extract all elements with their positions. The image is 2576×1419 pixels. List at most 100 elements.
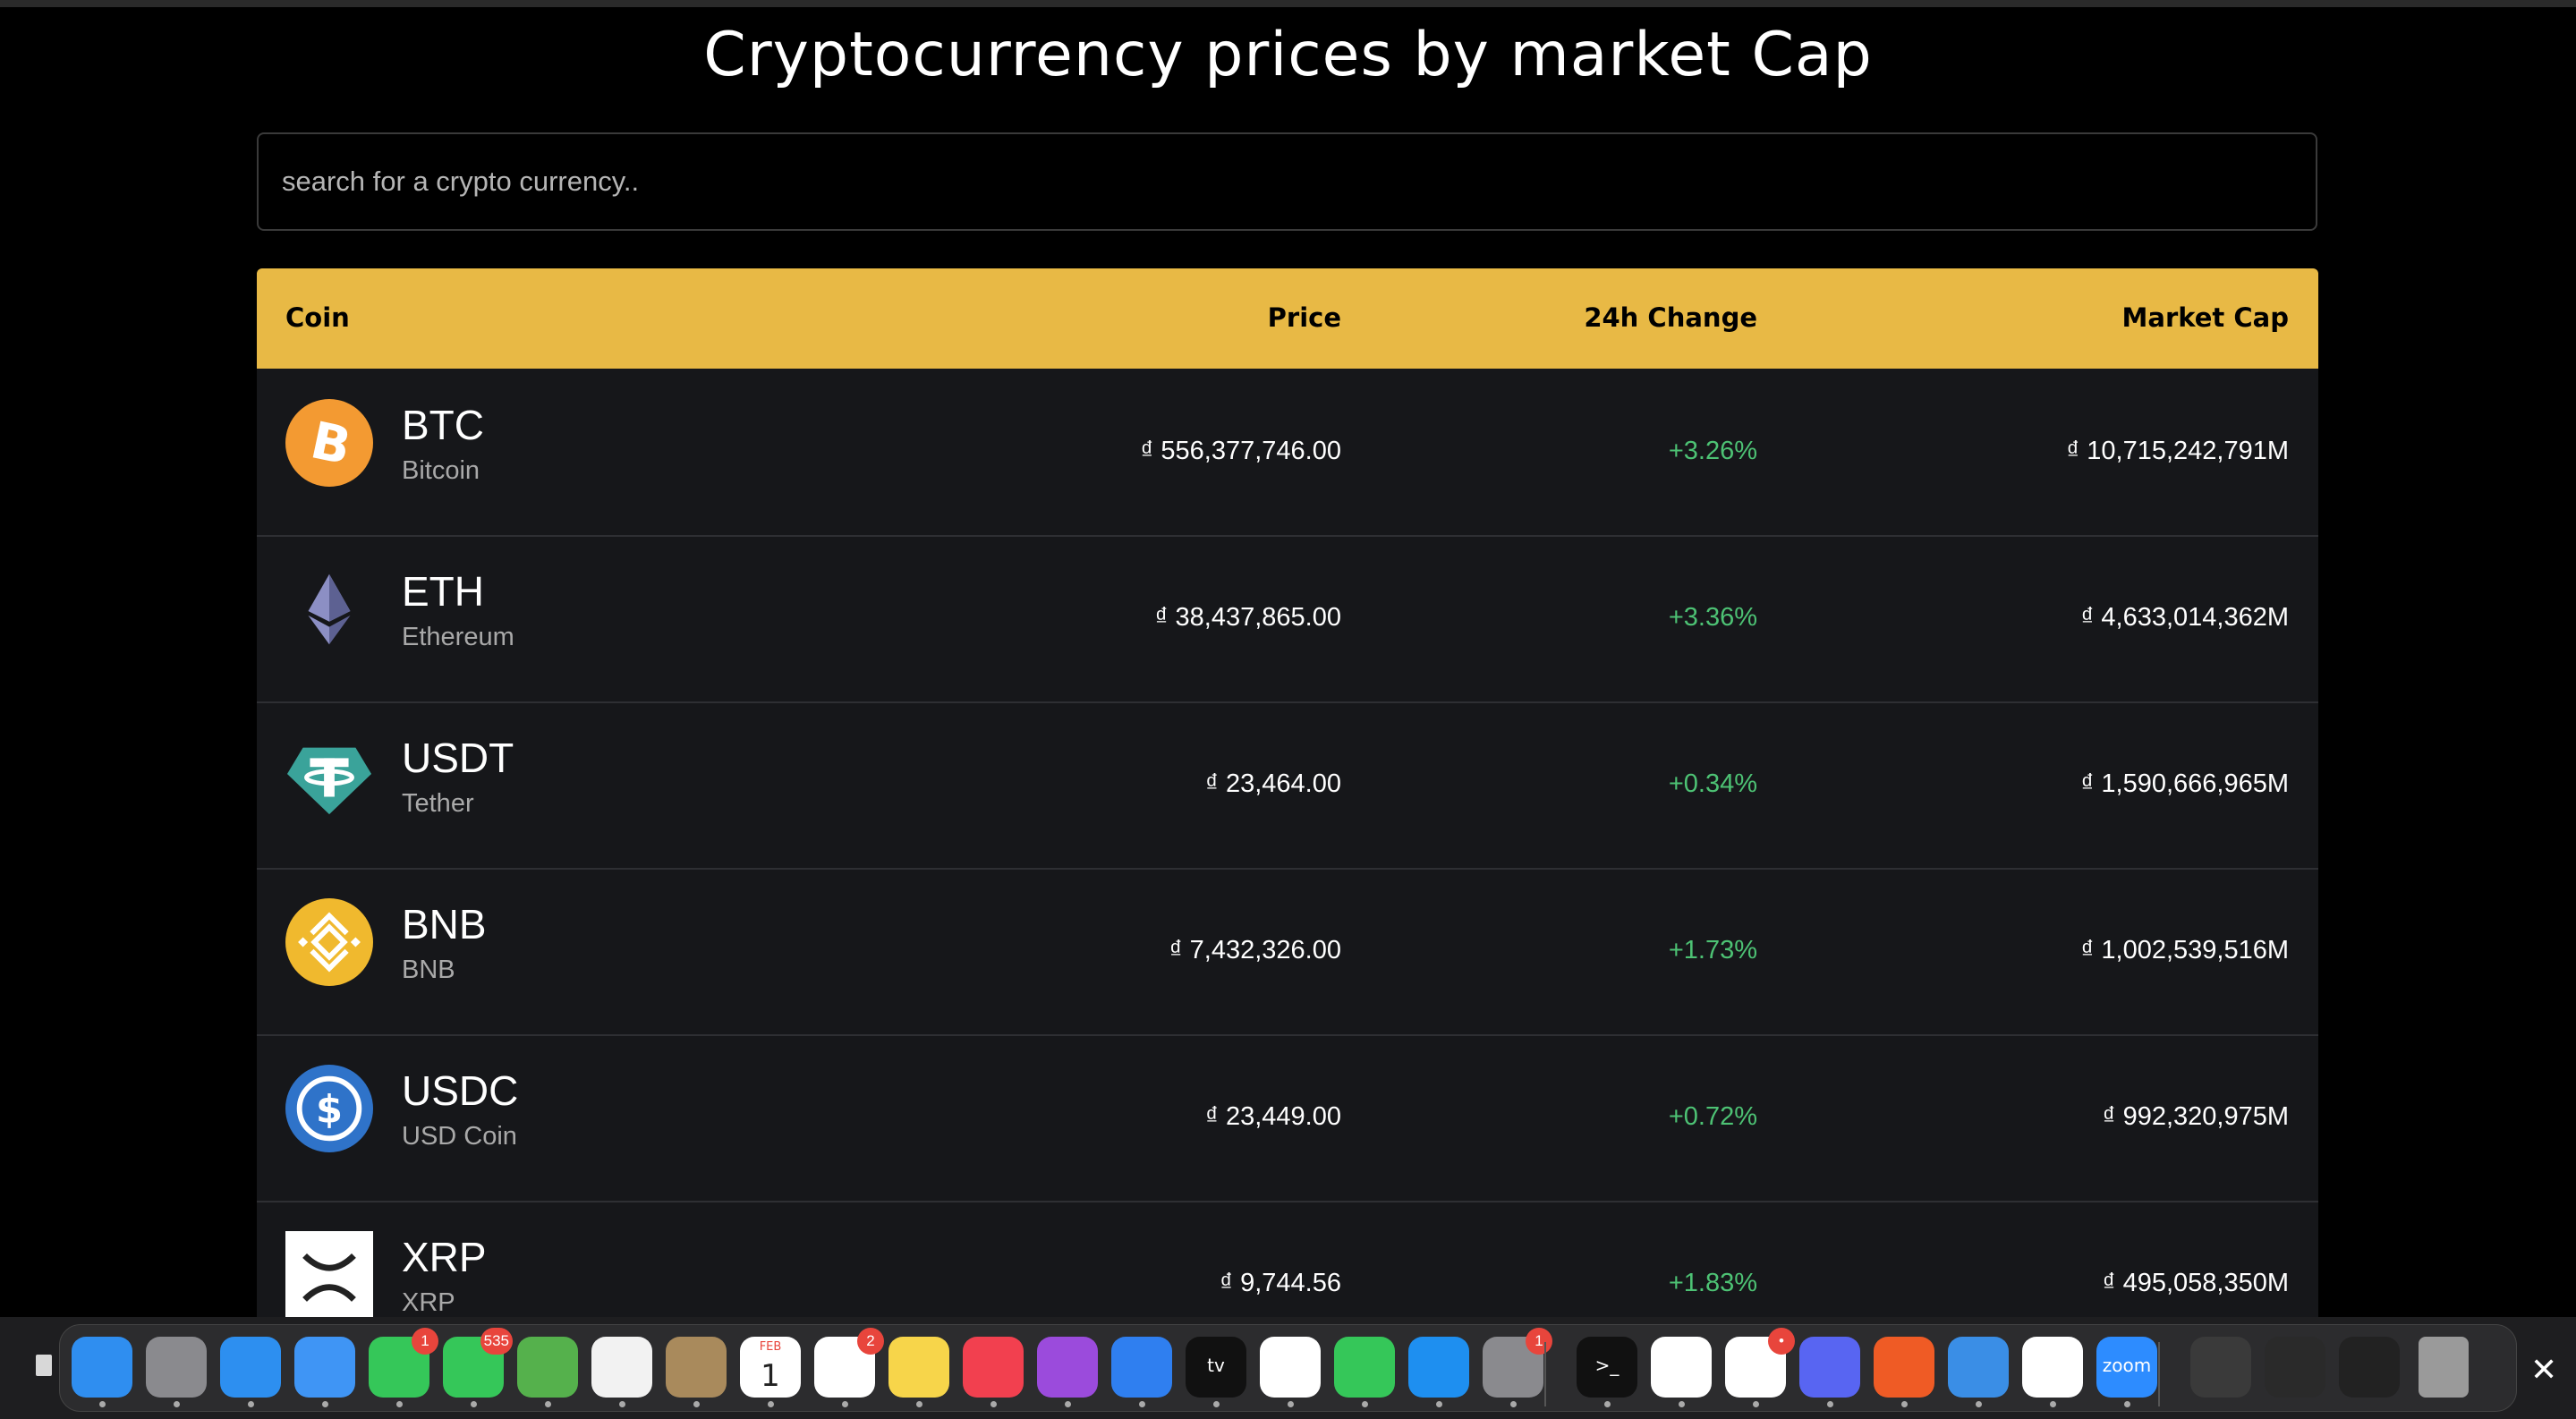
contacts-icon[interactable] bbox=[666, 1337, 727, 1398]
svg-text:$: $ bbox=[316, 1088, 343, 1133]
notification-badge: • bbox=[1768, 1328, 1795, 1355]
table-row[interactable]: XRP XRP ₫ 9,744.56 +1.83% ₫ 495,058,350M bbox=[257, 1201, 2318, 1317]
coin-price: ₫ 23,449.00 bbox=[1205, 1102, 1341, 1131]
music-icon[interactable] bbox=[963, 1337, 1024, 1398]
running-indicator bbox=[248, 1401, 254, 1407]
running-indicator bbox=[1604, 1401, 1611, 1407]
coin-market-cap: ₫ 4,633,014,362M bbox=[2080, 603, 2289, 632]
app-store-icon[interactable] bbox=[1408, 1337, 1469, 1398]
coin-table: Coin Price 24h Change Market Cap B BTC B… bbox=[257, 268, 2318, 1317]
coin-symbol: XRP bbox=[402, 1234, 487, 1280]
table-row[interactable]: ETH Ethereum ₫ 38,437,865.00 +3.36% ₫ 4,… bbox=[257, 535, 2318, 702]
coin-market-cap: ₫ 10,715,242,791M bbox=[2066, 437, 2289, 465]
tableplus-icon[interactable] bbox=[1948, 1337, 2009, 1398]
coin-market-cap: ₫ 992,320,975M bbox=[2102, 1102, 2289, 1131]
window-top-edge bbox=[0, 0, 2576, 7]
facetime-icon[interactable]: 1 bbox=[369, 1328, 438, 1398]
header-price: Price bbox=[1267, 302, 1341, 333]
messages-icon[interactable]: 535 bbox=[443, 1328, 513, 1398]
recent-window-3-icon[interactable] bbox=[2339, 1337, 2400, 1398]
running-indicator bbox=[1976, 1401, 1982, 1407]
coin-24h-change: +0.34% bbox=[1668, 769, 1757, 798]
postman-icon[interactable] bbox=[1874, 1337, 1934, 1398]
coin-symbol: BTC bbox=[402, 402, 484, 448]
photos-icon[interactable] bbox=[591, 1337, 652, 1398]
running-indicator bbox=[396, 1401, 403, 1407]
running-indicator bbox=[2124, 1401, 2130, 1407]
coin-name: Ethereum bbox=[402, 623, 514, 651]
running-indicator bbox=[1827, 1401, 1833, 1407]
document-icon[interactable] bbox=[36, 1355, 52, 1376]
coin-name: USD Coin bbox=[402, 1122, 517, 1151]
running-indicator bbox=[693, 1401, 700, 1407]
calendar-icon[interactable]: FEB 1 bbox=[740, 1337, 801, 1398]
launchpad-icon[interactable] bbox=[146, 1337, 207, 1398]
slack-icon[interactable]: • bbox=[1725, 1328, 1795, 1398]
coin-name: BNB bbox=[402, 956, 455, 984]
coin-24h-change: +3.26% bbox=[1668, 437, 1757, 465]
table-row[interactable]: B BTC Bitcoin ₫ 556,377,746.00 +3.26% ₫ … bbox=[257, 369, 2318, 536]
running-indicator bbox=[1679, 1401, 1685, 1407]
terminal-icon[interactable]: >_ bbox=[1577, 1337, 1637, 1398]
safari-icon[interactable] bbox=[220, 1337, 281, 1398]
zoom-icon[interactable]: zoom bbox=[2096, 1337, 2157, 1398]
close-icon[interactable]: ✕ bbox=[2530, 1351, 2557, 1389]
running-indicator bbox=[99, 1401, 106, 1407]
numbers-icon[interactable] bbox=[1334, 1337, 1395, 1398]
running-indicator bbox=[1436, 1401, 1442, 1407]
running-indicator bbox=[545, 1401, 551, 1407]
notification-badge: 535 bbox=[480, 1328, 513, 1355]
trash-icon[interactable] bbox=[2419, 1337, 2469, 1398]
search-input[interactable] bbox=[257, 132, 2317, 231]
page-title: Cryptocurrency prices by market Cap bbox=[703, 20, 1873, 90]
macos-dock: 1 535 FEB 1 2 tv 1 >_ • zoom bbox=[0, 1317, 2576, 1419]
coin-price: ₫ 38,437,865.00 bbox=[1154, 603, 1341, 632]
notification-badge: 1 bbox=[1526, 1328, 1552, 1355]
chrome-icon[interactable] bbox=[1651, 1337, 1712, 1398]
apple-tv-icon[interactable]: tv bbox=[1186, 1337, 1246, 1398]
coin-24h-change: +1.73% bbox=[1668, 936, 1757, 964]
running-indicator bbox=[1510, 1401, 1517, 1407]
running-indicator bbox=[1753, 1401, 1759, 1407]
system-settings-icon[interactable]: 1 bbox=[1483, 1328, 1552, 1398]
coin-symbol: USDC bbox=[402, 1067, 519, 1114]
running-indicator bbox=[471, 1401, 477, 1407]
running-indicator bbox=[768, 1401, 774, 1407]
coin-market-cap: ₫ 1,590,666,965M bbox=[2080, 769, 2289, 798]
notes-icon[interactable] bbox=[888, 1337, 949, 1398]
header-24h-change: 24h Change bbox=[1584, 302, 1757, 333]
discord-icon[interactable] bbox=[1799, 1337, 1860, 1398]
calendar-label: 1 bbox=[761, 1358, 780, 1394]
coin-name: Tether bbox=[402, 789, 474, 818]
coin-price: ₫ 9,744.56 bbox=[1220, 1269, 1341, 1297]
maps-icon[interactable] bbox=[517, 1337, 578, 1398]
xrp-icon bbox=[285, 1231, 373, 1317]
calendar-month-label: FEB bbox=[759, 1340, 782, 1354]
running-indicator bbox=[1139, 1401, 1145, 1407]
recent-window-2-icon[interactable] bbox=[2265, 1337, 2325, 1398]
finder-icon[interactable] bbox=[72, 1337, 132, 1398]
running-indicator bbox=[1901, 1401, 1908, 1407]
coin-symbol: ETH bbox=[402, 568, 484, 615]
zoom-label: zoom bbox=[2102, 1355, 2152, 1376]
notification-badge: 1 bbox=[412, 1328, 438, 1355]
mail-icon[interactable] bbox=[294, 1337, 355, 1398]
podcasts-icon[interactable] bbox=[1037, 1337, 1098, 1398]
coin-market-cap: ₫ 1,002,539,516M bbox=[2080, 936, 2289, 964]
news-icon[interactable] bbox=[1260, 1337, 1321, 1398]
tether-icon bbox=[286, 747, 372, 815]
keynote-icon[interactable] bbox=[1111, 1337, 1172, 1398]
reminders-icon[interactable]: 2 bbox=[814, 1328, 884, 1398]
vscode-icon[interactable] bbox=[2022, 1337, 2083, 1398]
running-indicator bbox=[174, 1401, 180, 1407]
running-indicator bbox=[990, 1401, 997, 1407]
bnb-icon bbox=[285, 898, 373, 986]
table-row[interactable]: $ USDC USD Coin ₫ 23,449.00 +0.72% ₫ 992… bbox=[257, 1034, 2318, 1202]
recent-window-1-icon[interactable] bbox=[2190, 1337, 2251, 1398]
header-market-cap: Market Cap bbox=[2121, 302, 2289, 333]
coin-symbol: BNB bbox=[402, 901, 487, 947]
header-coin: Coin bbox=[285, 302, 350, 333]
apple-tv-label: tv bbox=[1207, 1355, 1225, 1376]
table-row[interactable]: BNB BNB ₫ 7,432,326.00 +1.73% ₫ 1,002,53… bbox=[257, 868, 2318, 1035]
table-row[interactable]: USDT Tether ₫ 23,464.00 +0.34% ₫ 1,590,6… bbox=[257, 701, 2318, 869]
